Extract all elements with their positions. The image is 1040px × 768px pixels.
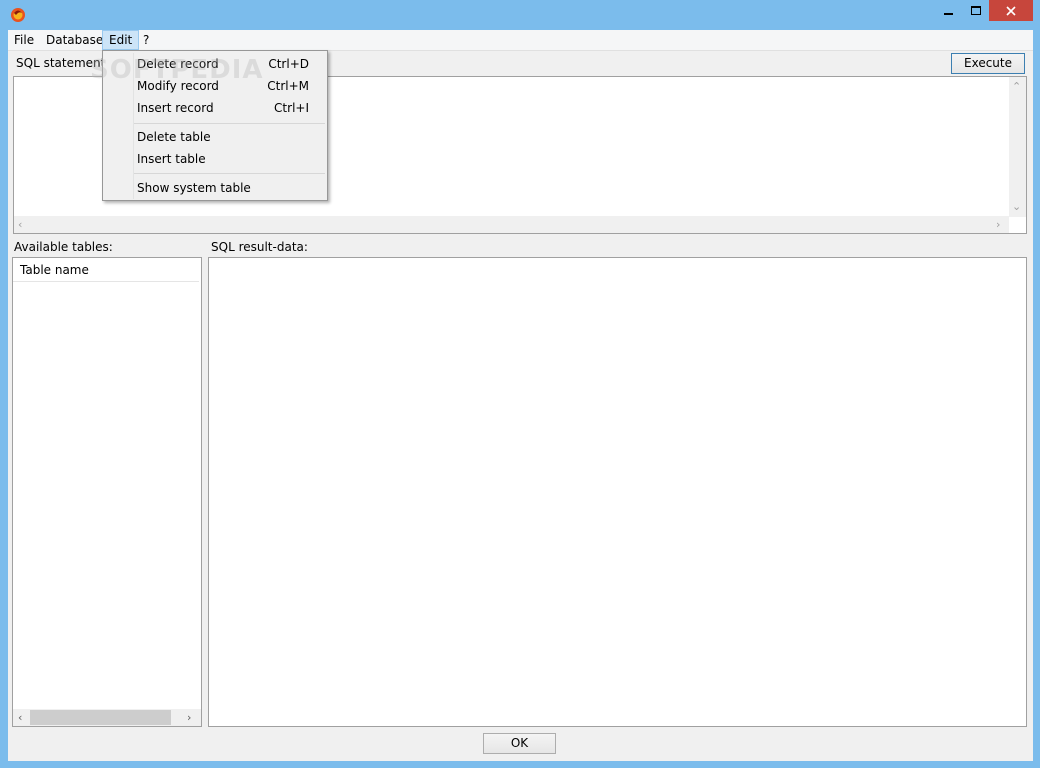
execute-button[interactable]: Execute [951, 53, 1025, 74]
minimize-icon [944, 13, 953, 15]
menu-item-delete-table[interactable]: Delete table [105, 126, 325, 148]
menu-item-label: Delete table [137, 130, 211, 144]
scroll-right-icon[interactable]: › [187, 712, 191, 723]
scroll-left-icon[interactable]: ‹ [18, 219, 22, 230]
sql-result-grid[interactable] [208, 257, 1027, 727]
menu-item-label: Insert table [137, 152, 206, 166]
menu-item-shortcut: Ctrl+I [274, 101, 309, 115]
menu-item-label: Insert record [137, 101, 214, 115]
menu-item-insert-record[interactable]: Insert record Ctrl+I [105, 97, 325, 119]
app-icon [11, 8, 25, 22]
ok-button[interactable]: OK [483, 733, 556, 754]
sql-vertical-scrollbar[interactable]: ⌃ ⌄ [1009, 77, 1026, 217]
close-button[interactable] [989, 0, 1033, 21]
close-icon [1006, 5, 1016, 16]
menu-item-shortcut: Ctrl+D [268, 57, 309, 71]
menu-bar: File Database Edit ? [8, 30, 1033, 51]
menu-edit[interactable]: Edit [102, 30, 140, 50]
menu-item-insert-table[interactable]: Insert table [105, 148, 325, 170]
menu-separator [134, 173, 325, 174]
scrollbar-thumb[interactable] [30, 710, 171, 725]
menu-help[interactable]: ? [137, 30, 155, 50]
menu-item-shortcut: Ctrl+M [267, 79, 309, 93]
table-name-column-header[interactable]: Table name [13, 258, 199, 282]
scroll-left-icon[interactable]: ‹ [18, 712, 22, 723]
menu-file[interactable]: File [8, 30, 40, 50]
maximize-icon [971, 6, 981, 15]
available-tables-label: Available tables: [14, 240, 113, 254]
tables-list[interactable]: Table name ‹ › [12, 257, 202, 727]
tables-horizontal-scrollbar[interactable]: ‹ › [13, 709, 201, 726]
scroll-down-icon[interactable]: ⌄ [1012, 201, 1021, 212]
app-window: File Database Edit ? SQL statement: Exec… [0, 0, 1040, 768]
minimize-button[interactable] [935, 0, 963, 22]
menu-item-show-system-table[interactable]: Show system table [105, 177, 325, 199]
watermark: SOFTPEDIA [90, 55, 264, 85]
scroll-up-icon[interactable]: ⌃ [1012, 81, 1021, 92]
sql-result-label: SQL result-data: [211, 240, 308, 254]
scroll-right-icon[interactable]: › [996, 219, 1000, 230]
sql-horizontal-scrollbar[interactable]: ‹ › [14, 216, 1009, 233]
menu-item-label: Show system table [137, 181, 251, 195]
menu-separator [134, 123, 325, 124]
maximize-button[interactable] [962, 0, 990, 22]
title-bar[interactable] [0, 0, 1040, 30]
menu-database[interactable]: Database [40, 30, 109, 50]
